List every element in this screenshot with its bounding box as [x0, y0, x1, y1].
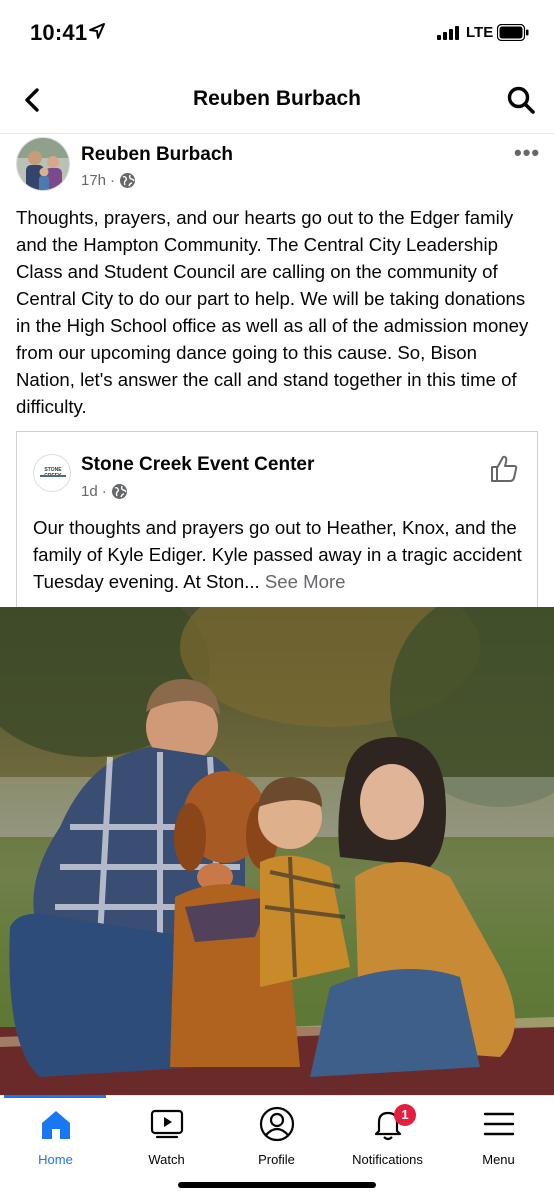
tab-menu[interactable]: Menu	[443, 1106, 554, 1167]
active-tab-indicator	[4, 1095, 106, 1098]
tab-home-label: Home	[38, 1152, 73, 1167]
photo-illustration	[0, 607, 554, 1095]
post-author-name[interactable]: Reuben Burbach	[81, 144, 233, 166]
thumbs-up-icon[interactable]	[489, 454, 519, 484]
home-indicator[interactable]	[178, 1182, 376, 1188]
battery-icon	[497, 24, 529, 41]
shared-page-logo[interactable]: STONE CREEK	[33, 454, 71, 492]
tab-notifications-label: Notifications	[352, 1152, 423, 1167]
shared-meta-separator: ·	[101, 483, 107, 500]
more-dots-icon[interactable]: •••	[514, 140, 540, 166]
top-nav: Reuben Burbach	[0, 66, 554, 134]
globe-icon	[120, 173, 136, 188]
tab-notifications[interactable]: 1 Notifications	[332, 1104, 443, 1167]
tab-watch[interactable]: Watch	[111, 1106, 222, 1167]
shared-logo-text: STONE CREEK	[44, 467, 62, 479]
post-meta: 17h ·	[81, 172, 136, 189]
tab-menu-label: Menu	[482, 1152, 515, 1167]
family-with-dog-photo[interactable]	[0, 607, 554, 1095]
tab-home[interactable]: Home	[0, 1106, 111, 1167]
globe-icon	[111, 484, 127, 499]
shared-body-text: Our thoughts and prayers go out to Heath…	[33, 514, 527, 595]
author-avatar[interactable]	[16, 137, 70, 191]
notification-badge: 1	[394, 1104, 416, 1126]
meta-separator: ·	[110, 172, 116, 189]
location-arrow-icon	[89, 23, 105, 39]
post-time[interactable]: 17h	[81, 172, 106, 189]
page-title: Reuben Burbach	[192, 87, 362, 110]
see-more-link[interactable]: See More	[265, 571, 346, 592]
shared-meta: 1d ·	[81, 483, 128, 500]
home-icon	[41, 1111, 70, 1139]
shared-post-card[interactable]: STONE CREEK Stone Creek Event Center 1d …	[16, 431, 538, 611]
tab-watch-label: Watch	[148, 1152, 185, 1167]
tab-profile[interactable]: Profile	[221, 1106, 332, 1167]
status-time: 10:41	[30, 20, 88, 45]
shared-time[interactable]: 1d	[81, 483, 98, 500]
status-bar: 10:41 LTE	[0, 0, 554, 66]
signal-icon	[437, 26, 461, 40]
tab-profile-label: Profile	[258, 1152, 295, 1167]
search-icon[interactable]	[506, 85, 536, 115]
menu-icon	[483, 1112, 514, 1136]
post-body-text: Thoughts, prayers, and our hearts go out…	[16, 207, 529, 417]
avatar-photo	[17, 138, 69, 190]
network-label: LTE	[466, 24, 494, 41]
profile-icon	[259, 1106, 294, 1142]
shared-page-name[interactable]: Stone Creek Event Center	[81, 454, 314, 476]
logo-line	[40, 475, 66, 477]
watch-icon	[150, 1109, 183, 1139]
